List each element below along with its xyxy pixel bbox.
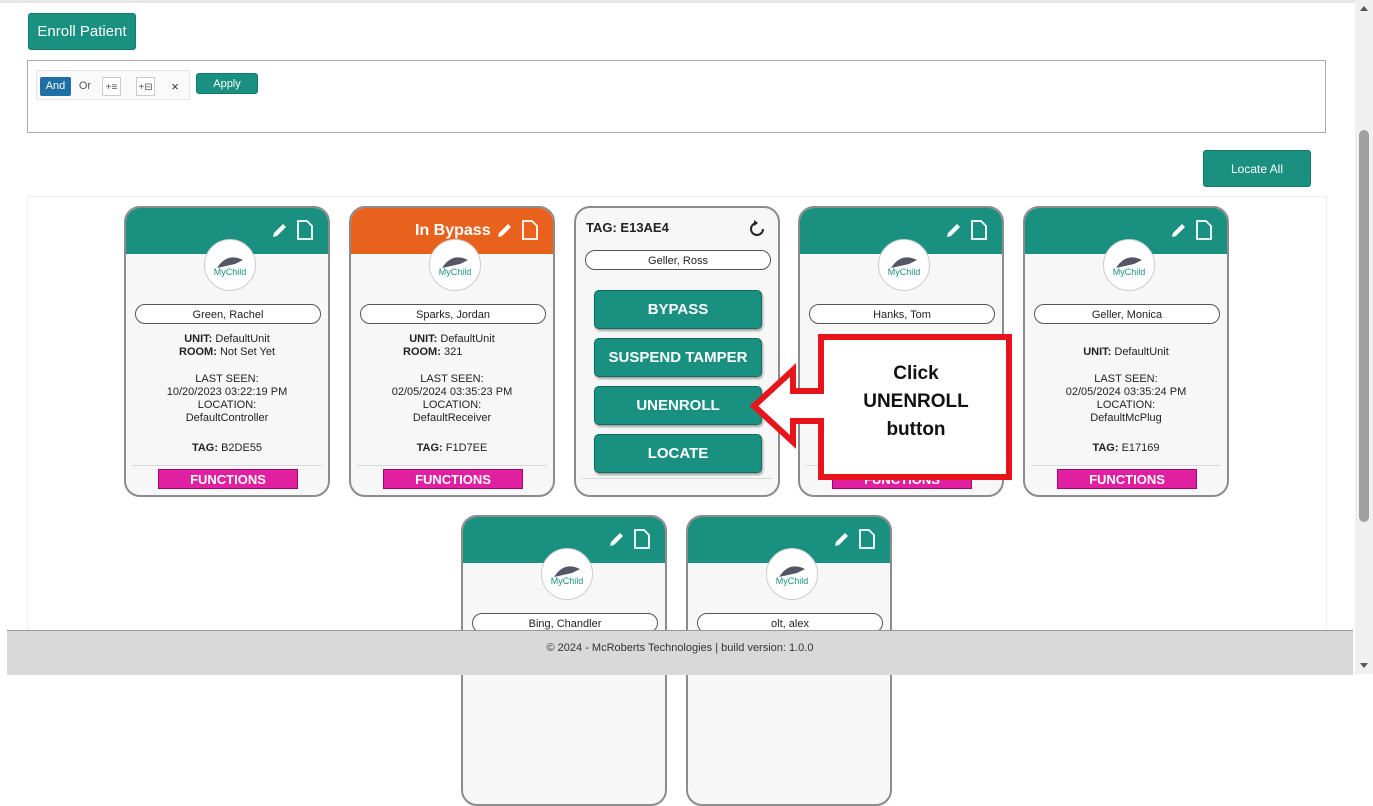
document-icon[interactable]: [970, 220, 988, 240]
tag-line: TAG: B2DE55: [191, 442, 263, 454]
mychild-logo: MyChild: [204, 239, 256, 291]
divider: [132, 465, 322, 466]
last-seen-value: 02/05/2024 03:35:23 PM: [391, 386, 513, 398]
tag-title: TAG: E13AE4: [586, 220, 669, 235]
svg-text:MyChild: MyChild: [1113, 267, 1146, 277]
last-seen-label: LAST SEEN:: [420, 373, 484, 385]
functions-button[interactable]: FUNCTIONS: [158, 469, 298, 489]
add-rule-icon[interactable]: +≡: [102, 77, 121, 96]
patient-card: In Bypass MyChild Sparks, Jordan UNIT: D…: [349, 206, 555, 497]
svg-text:MyChild: MyChild: [439, 267, 472, 277]
mychild-logo: MyChild: [1103, 239, 1155, 291]
divider: [1031, 465, 1221, 466]
pencil-icon[interactable]: [944, 220, 964, 240]
last-seen-value: 02/05/2024 03:35:24 PM: [1065, 386, 1187, 398]
patient-name: Sparks, Jordan: [360, 304, 546, 324]
footer: © 2024 - McRoberts Technologies | build …: [7, 630, 1353, 675]
unit-line: UNIT: DefaultUnit: [184, 333, 270, 345]
unit-line: UNIT: DefaultUnit: [409, 333, 495, 345]
patient-card: MyChild Geller, Monica UNIT: DefaultUnit…: [1023, 206, 1229, 497]
tag-line: TAG: E17169: [1092, 442, 1160, 454]
enroll-patient-button[interactable]: Enroll Patient: [28, 13, 136, 50]
mychild-logo: MyChild: [541, 548, 593, 600]
apply-button[interactable]: Apply: [196, 73, 258, 94]
location-label: LOCATION:: [422, 399, 482, 411]
divider: [582, 478, 772, 479]
unenroll-button[interactable]: UNENROLL: [594, 386, 762, 425]
mychild-logo: MyChild: [878, 239, 930, 291]
mychild-logo: MyChild: [429, 239, 481, 291]
pencil-icon[interactable]: [495, 220, 515, 240]
pencil-icon[interactable]: [270, 220, 290, 240]
patient-name: Geller, Ross: [585, 250, 771, 270]
scroll-up-arrow-icon[interactable]: [1360, 6, 1368, 11]
and-toggle[interactable]: And: [40, 77, 71, 96]
location-value: DefaultMcPlug: [1090, 412, 1162, 424]
add-group-icon[interactable]: +⊟: [136, 77, 155, 96]
divider: [357, 465, 547, 466]
locate-all-button[interactable]: Locate All: [1203, 150, 1311, 187]
scroll-thumb[interactable]: [1359, 130, 1369, 522]
svg-text:MyChild: MyChild: [776, 576, 809, 586]
patient-cards-area: MyChild Green, Rachel UNIT: DefaultUnit …: [27, 196, 1327, 806]
functions-button[interactable]: FUNCTIONS: [383, 469, 523, 489]
room-line: ROOM: 321: [403, 346, 463, 358]
location-value: DefaultController: [185, 412, 269, 424]
bypass-button[interactable]: BYPASS: [594, 290, 762, 329]
svg-text:MyChild: MyChild: [214, 267, 247, 277]
svg-text:MyChild: MyChild: [888, 267, 921, 277]
query-builder: And Or +≡ +⊟ × Apply: [27, 60, 1326, 133]
document-icon[interactable]: [1195, 220, 1213, 240]
bypass-status: In Bypass: [415, 222, 491, 239]
unit-line: UNIT: DefaultUnit: [1083, 346, 1169, 358]
patient-name: Geller, Monica: [1034, 304, 1220, 324]
document-icon[interactable]: [858, 529, 876, 549]
mychild-logo: MyChild: [766, 548, 818, 600]
last-seen-label: LAST SEEN:: [195, 373, 259, 385]
document-icon[interactable]: [296, 220, 314, 240]
refresh-icon[interactable]: [748, 220, 766, 238]
pencil-icon[interactable]: [607, 529, 627, 549]
clear-icon[interactable]: ×: [167, 77, 183, 96]
patient-card: MyChild Green, Rachel UNIT: DefaultUnit …: [124, 206, 330, 497]
pencil-icon[interactable]: [1169, 220, 1189, 240]
scrollbar[interactable]: [1355, 0, 1373, 674]
room-line: ROOM: Not Set Yet: [179, 346, 275, 358]
pencil-icon[interactable]: [832, 529, 852, 549]
functions-button[interactable]: FUNCTIONS: [1057, 469, 1197, 489]
scroll-down-arrow-icon[interactable]: [1360, 663, 1368, 668]
top-border: [0, 0, 1355, 3]
location-value: DefaultReceiver: [412, 412, 492, 424]
callout-text: Click UNENROLL button: [863, 363, 969, 440]
patient-name: Green, Rachel: [135, 304, 321, 324]
locate-button[interactable]: LOCATE: [594, 434, 762, 473]
tag-line: TAG: F1D7EE: [416, 442, 488, 454]
last-seen-value: 10/20/2023 03:22:19 PM: [166, 386, 288, 398]
last-seen-label: LAST SEEN:: [1094, 373, 1158, 385]
document-icon[interactable]: [633, 529, 651, 549]
svg-text:MyChild: MyChild: [551, 576, 584, 586]
location-label: LOCATION:: [1096, 399, 1156, 411]
location-label: LOCATION:: [197, 399, 257, 411]
suspend-tamper-button[interactable]: SUSPEND TAMPER: [594, 338, 762, 377]
or-toggle[interactable]: Or: [73, 77, 97, 96]
patient-name: Hanks, Tom: [809, 304, 995, 324]
document-icon[interactable]: [521, 220, 539, 240]
query-condition-group: And Or +≡ +⊟ ×: [36, 70, 190, 100]
